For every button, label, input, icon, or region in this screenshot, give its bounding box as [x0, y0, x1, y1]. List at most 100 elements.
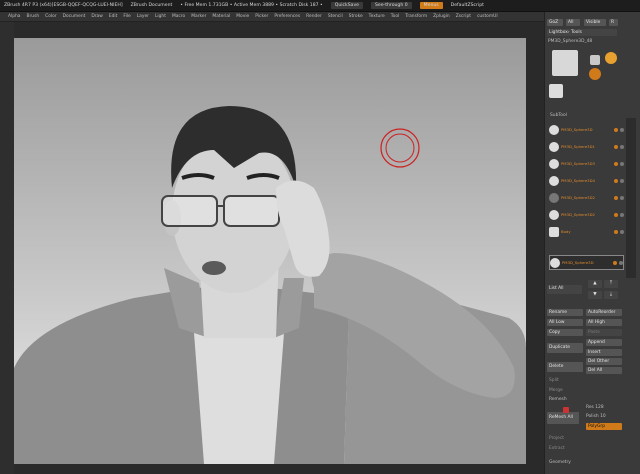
see-through-slider[interactable]: See-through 0: [370, 2, 412, 9]
subtool-row[interactable]: PM3D_Sphere3D1: [549, 139, 624, 154]
subtool-row[interactable]: PM3D_Sphere3D: [549, 122, 624, 137]
eye-icon[interactable]: [613, 260, 617, 265]
subtool-thumbnail: [549, 226, 559, 237]
menu-customui[interactable]: customUI: [477, 14, 498, 19]
menu-file[interactable]: File: [123, 14, 130, 19]
del-all-button[interactable]: Del All: [586, 367, 622, 374]
subtool-thumbnail: [549, 158, 559, 169]
tool-thumbnail-brush-orange[interactable]: [589, 68, 601, 80]
menu-bar: Alpha Brush Color Document Draw Edit Fil…: [0, 12, 544, 22]
list-all-button[interactable]: List All: [547, 285, 582, 294]
remesh-all-button[interactable]: ReMesh All: [547, 412, 579, 424]
arrow-down-end-icon[interactable]: ⤓: [604, 291, 618, 299]
insert-button[interactable]: Insert: [586, 349, 622, 356]
delete-button[interactable]: Delete: [547, 362, 583, 372]
menu-stroke[interactable]: Stroke: [349, 14, 363, 19]
project-menu[interactable]: Project: [549, 436, 564, 441]
duplicate-button[interactable]: Duplicate: [547, 343, 583, 353]
eye-icon[interactable]: [614, 127, 618, 132]
tool-thumbnail-simplebrush[interactable]: [605, 52, 617, 64]
res-slider[interactable]: Res 128: [586, 405, 604, 410]
arrow-up-end-icon[interactable]: ⤒: [604, 280, 618, 288]
menu-brush[interactable]: Brush: [26, 14, 39, 19]
subtool-row[interactable]: Body: [549, 224, 624, 239]
tool-thumbnail-cylinder[interactable]: [590, 55, 600, 65]
subtool-scrollbar[interactable]: [626, 118, 636, 278]
del-other-button[interactable]: Del Other: [586, 358, 622, 365]
menu-preferences[interactable]: Preferences: [274, 14, 300, 19]
polypaint-icon[interactable]: [620, 212, 624, 217]
menu-edit[interactable]: Edit: [109, 14, 118, 19]
menu-document[interactable]: Document: [63, 14, 86, 19]
subtool-row[interactable]: PM3D_Sphere3D2: [549, 190, 624, 205]
all-button[interactable]: All: [566, 19, 580, 26]
visible-button[interactable]: Visible: [584, 19, 606, 26]
rename-button[interactable]: Rename: [547, 309, 583, 316]
polypaint-icon[interactable]: [620, 161, 624, 166]
menu-stencil[interactable]: Stencil: [328, 14, 343, 19]
subtool-row[interactable]: PM3D_Sphere3D4: [549, 173, 624, 188]
polypaint-icon[interactable]: [620, 195, 624, 200]
eye-icon[interactable]: [614, 161, 618, 166]
eye-icon[interactable]: [614, 195, 618, 200]
menu-light[interactable]: Light: [155, 14, 166, 19]
copy-button[interactable]: Copy: [547, 329, 583, 336]
polygrp-button[interactable]: PolyGrp: [586, 423, 622, 430]
geometry-menu[interactable]: Geometry: [549, 460, 571, 465]
eye-icon[interactable]: [614, 229, 618, 234]
append-button[interactable]: Append: [586, 339, 622, 346]
menu-tool[interactable]: Tool: [391, 14, 400, 19]
menu-color[interactable]: Color: [45, 14, 56, 19]
paste-button[interactable]: Paste: [586, 329, 622, 336]
tool-thumbnail-sphere[interactable]: [549, 84, 563, 98]
polypaint-icon[interactable]: [620, 144, 624, 149]
menu-transform[interactable]: Transform: [405, 14, 427, 19]
top-shelf: [14, 22, 544, 38]
eye-icon[interactable]: [614, 212, 618, 217]
menu-render[interactable]: Render: [306, 14, 322, 19]
eye-icon[interactable]: [614, 178, 618, 183]
polypaint-icon[interactable]: [620, 229, 624, 234]
remesh-menu[interactable]: Remesh: [549, 397, 567, 402]
subtool-name: PM3D_Sphere3D1: [561, 144, 595, 149]
canvas-viewport[interactable]: [14, 38, 526, 464]
menus-button[interactable]: Menus: [419, 2, 443, 9]
menu-zscript[interactable]: Zscript: [456, 14, 471, 19]
menu-layer[interactable]: Layer: [137, 14, 149, 19]
polypaint-icon[interactable]: [619, 260, 623, 265]
default-zscript-button[interactable]: DefaultZScript: [451, 3, 484, 8]
lightbox-tools-button[interactable]: Lightbox› Tools: [547, 29, 617, 36]
autoreorder-button[interactable]: AutoReorder: [586, 309, 622, 316]
goz-button[interactable]: GoZ: [547, 19, 563, 26]
menu-draw[interactable]: Draw: [91, 14, 102, 19]
arrow-up-icon[interactable]: ▲: [588, 280, 602, 288]
menu-macro[interactable]: Macro: [172, 14, 185, 19]
menu-zplugin[interactable]: Zplugin: [433, 14, 450, 19]
arrow-down-icon[interactable]: ▼: [588, 291, 602, 299]
merge-menu[interactable]: Merge: [549, 388, 563, 393]
polypaint-icon[interactable]: [620, 127, 624, 132]
menu-alpha[interactable]: Alpha: [8, 14, 20, 19]
menu-marker[interactable]: Marker: [191, 14, 206, 19]
subtool-row[interactable]: PM3D_Sphere3D3: [549, 156, 624, 171]
r-button[interactable]: R: [609, 19, 618, 26]
subtool-header[interactable]: SubTool: [550, 113, 567, 118]
polypaint-icon[interactable]: [620, 178, 624, 183]
all-high-button[interactable]: All High: [586, 319, 622, 326]
document-title: ZBrush Document: [130, 3, 173, 8]
all-low-button[interactable]: All Low: [547, 319, 583, 326]
quicksave-button[interactable]: QuickSave: [330, 2, 363, 9]
extract-menu[interactable]: Extract: [549, 446, 565, 451]
subtool-name: PM3D_Sphere3D2: [561, 195, 595, 200]
menu-picker[interactable]: Picker: [255, 14, 268, 19]
menu-material[interactable]: Material: [212, 14, 230, 19]
subtool-row-selected[interactable]: PM3D_Sphere3D: [549, 255, 624, 270]
polish-slider[interactable]: Polish 10: [586, 414, 606, 419]
menu-movie[interactable]: Movie: [236, 14, 249, 19]
subtool-row[interactable]: PM3D_Sphere3D2: [549, 207, 624, 222]
tool-thumbnail-main[interactable]: [552, 50, 578, 76]
split-menu[interactable]: Split: [549, 378, 559, 383]
subtool-name: PM3D_Sphere3D: [561, 127, 593, 132]
menu-texture[interactable]: Texture: [369, 14, 385, 19]
eye-icon[interactable]: [614, 144, 618, 149]
